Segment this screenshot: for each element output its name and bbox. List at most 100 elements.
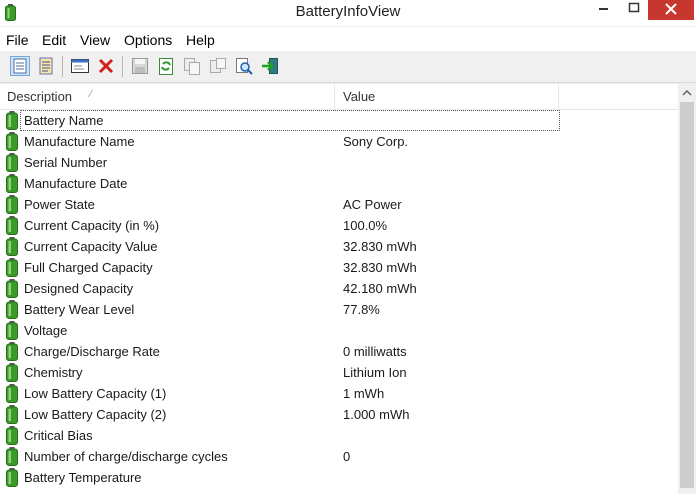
row-description: Low Battery Capacity (2) <box>24 407 167 422</box>
row-description: Current Capacity (in %) <box>24 218 160 233</box>
copy-all-icon[interactable] <box>208 56 228 76</box>
maximize-icon <box>628 2 640 13</box>
row-description: Voltage <box>24 323 68 338</box>
battery-icon <box>6 279 18 298</box>
list-item-battery-wear-level[interactable]: Battery Wear Level 77.8% <box>0 299 678 320</box>
list-item-battery-temperature[interactable]: Battery Temperature <box>0 467 678 488</box>
row-value: AC Power <box>343 197 402 212</box>
minimize-button[interactable] <box>588 0 620 20</box>
menu-help[interactable]: Help <box>186 32 215 48</box>
properties-icon[interactable] <box>70 56 90 76</box>
row-value: 42.180 mWh <box>343 281 417 296</box>
battery-icon <box>6 300 18 319</box>
exit-icon[interactable] <box>260 56 280 76</box>
toolbar-separator <box>62 56 63 77</box>
menu-bar: File Edit View Options Help <box>0 27 696 51</box>
row-value: 32.830 mWh <box>343 260 417 275</box>
maximize-button[interactable] <box>618 0 650 20</box>
list-item-chemistry[interactable]: Chemistry Lithium Ion <box>0 362 678 383</box>
row-value: Lithium Ion <box>343 365 407 380</box>
close-button[interactable] <box>648 0 694 20</box>
row-description: Battery Wear Level <box>24 302 135 317</box>
row-description: Chemistry <box>24 365 83 380</box>
sort-ascending-icon: ⁄ <box>90 88 92 100</box>
list-item-current-capacity-percent[interactable]: Current Capacity (in %) 100.0% <box>0 215 678 236</box>
save-icon[interactable] <box>130 56 150 76</box>
column-header-value[interactable]: Value <box>343 89 375 104</box>
app-window: BatteryInfoView File Edit View Options H… <box>0 0 696 494</box>
minimize-icon <box>599 8 608 10</box>
row-description: Battery Temperature <box>24 470 142 485</box>
list-item-manufacture-name[interactable]: Manufacture Name Sony Corp. <box>0 131 678 152</box>
column-header-description[interactable]: Description <box>7 89 72 104</box>
list-item-designed-capacity[interactable]: Designed Capacity 42.180 mWh <box>0 278 678 299</box>
column-divider[interactable] <box>558 84 559 109</box>
list-item-charge-discharge-cycles[interactable]: Number of charge/discharge cycles 0 <box>0 446 678 467</box>
row-description: Number of charge/discharge cycles <box>24 449 228 464</box>
list-item-low-battery-capacity-2[interactable]: Low Battery Capacity (2) 1.000 mWh <box>0 404 678 425</box>
scrollbar-thumb[interactable] <box>680 102 694 488</box>
battery-icon <box>6 237 18 256</box>
list-item-serial-number[interactable]: Serial Number <box>0 152 678 173</box>
list-item-low-battery-capacity-1[interactable]: Low Battery Capacity (1) 1 mWh <box>0 383 678 404</box>
row-value: 1 mWh <box>343 386 385 401</box>
list-item-current-capacity-value[interactable]: Current Capacity Value 32.830 mWh <box>0 236 678 257</box>
battery-icon <box>6 405 18 424</box>
find-icon[interactable] <box>234 56 254 76</box>
row-description: Critical Bias <box>24 428 93 443</box>
scroll-up-arrow-icon[interactable] <box>678 84 696 102</box>
row-description: Current Capacity Value <box>24 239 158 254</box>
delete-icon[interactable] <box>96 56 116 76</box>
row-description: Low Battery Capacity (1) <box>24 386 167 401</box>
toolbar <box>0 51 696 83</box>
html-report-icon[interactable] <box>10 56 30 76</box>
row-description: Charge/Discharge Rate <box>24 344 160 359</box>
list-item-manufacture-date[interactable]: Manufacture Date <box>0 173 678 194</box>
row-value: 100.0% <box>343 218 388 233</box>
title-bar[interactable]: BatteryInfoView <box>0 0 696 26</box>
battery-icon <box>6 216 18 235</box>
row-description: Full Charged Capacity <box>24 260 153 275</box>
battery-icon <box>6 111 18 130</box>
column-divider[interactable] <box>334 84 335 109</box>
row-description: Serial Number <box>24 155 108 170</box>
battery-icon <box>6 132 18 151</box>
row-description: Manufacture Name <box>24 134 135 149</box>
battery-icon <box>6 468 18 487</box>
battery-icon <box>6 342 18 361</box>
battery-icon <box>6 363 18 382</box>
battery-info-list: Battery Name Manufacture Name Sony Corp.… <box>0 110 678 494</box>
toolbar-separator <box>122 56 123 77</box>
row-description: Power State <box>24 197 95 212</box>
list-item-critical-bias[interactable]: Critical Bias <box>0 425 678 446</box>
list-item-full-charged-capacity[interactable]: Full Charged Capacity 32.830 mWh <box>0 257 678 278</box>
battery-icon <box>6 258 18 277</box>
refresh-icon[interactable] <box>156 56 176 76</box>
list-item-battery-name[interactable]: Battery Name <box>0 110 678 131</box>
row-value: 32.830 mWh <box>343 239 417 254</box>
report-icon[interactable] <box>36 56 56 76</box>
menu-options[interactable]: Options <box>124 32 172 48</box>
list-item-power-state[interactable]: Power State AC Power <box>0 194 678 215</box>
row-value: Sony Corp. <box>343 134 409 149</box>
list-item-voltage[interactable]: Voltage <box>0 320 678 341</box>
menu-view[interactable]: View <box>80 32 110 48</box>
vertical-scrollbar[interactable] <box>678 84 696 494</box>
copy-icon[interactable] <box>182 56 202 76</box>
list-item-charge-discharge-rate[interactable]: Charge/Discharge Rate 0 milliwatts <box>0 341 678 362</box>
row-value: 0 milliwatts <box>343 344 407 359</box>
battery-icon <box>6 384 18 403</box>
row-description: Battery Name <box>24 113 104 128</box>
menu-file[interactable]: File <box>6 32 29 48</box>
row-description: Manufacture Date <box>24 176 128 191</box>
close-icon <box>665 3 677 15</box>
battery-icon <box>6 321 18 340</box>
row-value: 0 <box>343 449 351 464</box>
row-description: Designed Capacity <box>24 281 134 296</box>
battery-icon <box>6 153 18 172</box>
row-value: 1.000 mWh <box>343 407 410 422</box>
menu-edit[interactable]: Edit <box>42 32 66 48</box>
row-value: 77.8% <box>343 302 380 317</box>
battery-icon <box>6 447 18 466</box>
list-header: Description ⁄ Value <box>0 84 678 110</box>
